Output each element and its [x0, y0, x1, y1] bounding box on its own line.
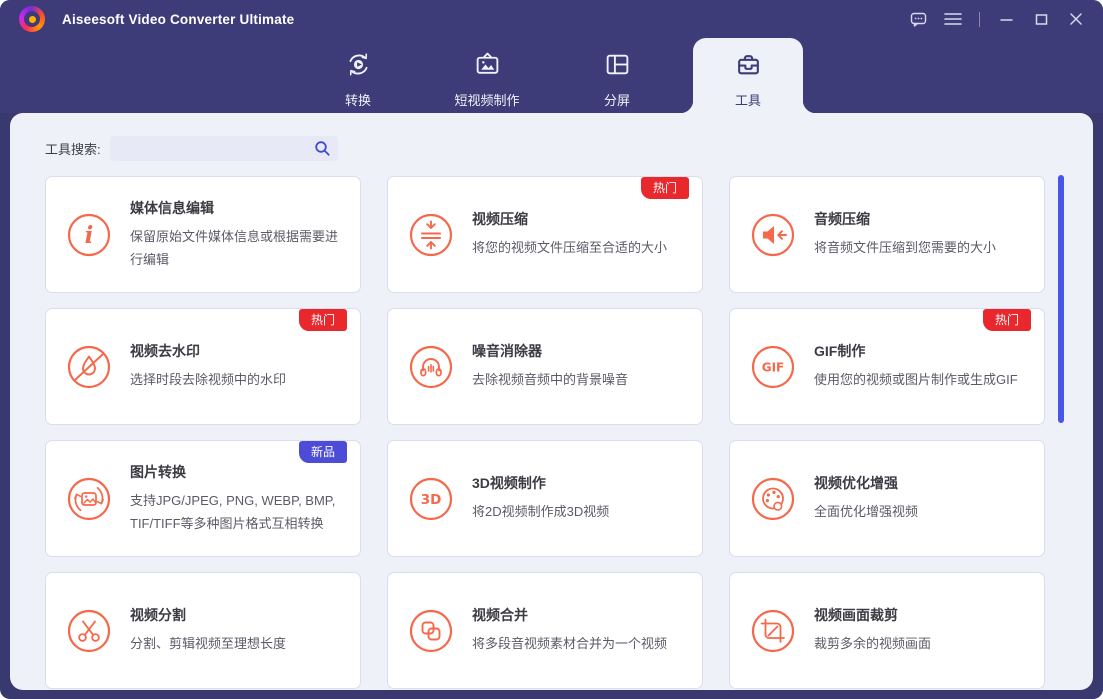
- content-panel: 工具搜索: i 媒体信息编辑 保留原始文件媒体信息或根据需要进行编辑 热门 视频…: [10, 113, 1093, 690]
- tab-convert-label: 转换: [344, 93, 371, 108]
- svg-text:3D: 3D: [421, 492, 442, 508]
- tool-desc: 分割、剪辑视频至理想长度: [130, 636, 287, 652]
- tool-card-watermark-remove[interactable]: 热门 视频去水印 选择时段去除视频中的水印: [45, 308, 361, 425]
- vertical-scrollbar-thumb[interactable]: [1058, 175, 1064, 423]
- video-compress-icon: [409, 213, 453, 257]
- menu-icon[interactable]: [940, 6, 966, 32]
- search-label: 工具搜索:: [45, 141, 101, 157]
- minimize-icon[interactable]: [993, 6, 1019, 32]
- noise-remover-icon: [409, 345, 453, 389]
- tool-card-video-enhance[interactable]: 视频优化增强 全面优化增强视频: [729, 440, 1045, 557]
- split-screen-icon: [604, 51, 631, 83]
- tool-desc: 支持JPG/JPEG, PNG, WEBP, BMP, TIF/TIFF等多种图…: [130, 493, 336, 531]
- tool-desc: 保留原始文件媒体信息或根据需要进行编辑: [130, 229, 339, 267]
- tool-title: 媒体信息编辑: [130, 200, 214, 217]
- titlebar-controls: [905, 0, 1089, 38]
- new-badge: 新品: [298, 441, 347, 463]
- svg-text:i: i: [85, 222, 94, 249]
- image-convert-icon: [67, 477, 111, 521]
- tool-title: 视频去水印: [130, 343, 200, 360]
- toolbox-icon: [735, 51, 762, 83]
- tool-desc: 全面优化增强视频: [814, 504, 919, 520]
- tool-card-video-split[interactable]: 视频分割 分割、剪辑视频至理想长度: [45, 572, 361, 689]
- maximize-icon[interactable]: [1028, 6, 1054, 32]
- feedback-icon[interactable]: [905, 6, 931, 32]
- tab-split-screen-label: 分屏: [603, 93, 630, 108]
- tool-title: 噪音消除器: [472, 343, 542, 360]
- close-icon[interactable]: [1063, 6, 1089, 32]
- search-row: 工具搜索:: [45, 135, 338, 161]
- tab-short-video[interactable]: 短视频制作: [432, 38, 542, 113]
- tool-desc: 将多段音视频素材合并为一个视频: [472, 636, 668, 652]
- tool-title: GIF制作: [814, 343, 866, 360]
- media-info-icon: i: [67, 213, 111, 257]
- short-video-icon: [474, 51, 501, 83]
- tab-tools[interactable]: 工具: [680, 38, 816, 113]
- tool-card-video-crop[interactable]: 视频画面裁剪 裁剪多余的视频画面: [729, 572, 1045, 689]
- tool-title: 音频压缩: [814, 211, 870, 228]
- tool-desc: 使用您的视频或图片制作或生成GIF: [814, 372, 1018, 388]
- tool-card-gif-maker[interactable]: 热门 GIF GIF制作 使用您的视频或图片制作或生成GIF: [729, 308, 1045, 425]
- tool-title: 图片转换: [130, 464, 186, 481]
- tab-convert[interactable]: 转换: [303, 38, 413, 113]
- hot-badge: 热门: [298, 309, 347, 331]
- tool-desc: 选择时段去除视频中的水印: [130, 372, 287, 388]
- tool-title: 3D视频制作: [472, 475, 546, 492]
- tool-desc: 将音频文件压缩到您需要的大小: [814, 240, 997, 256]
- search-box: [109, 135, 338, 162]
- tool-title: 视频合并: [472, 607, 528, 624]
- tool-title: 视频优化增强: [814, 475, 898, 492]
- tool-title: 视频分割: [130, 607, 186, 624]
- tool-desc: 去除视频音频中的背景噪音: [472, 372, 629, 388]
- video-merge-icon: [409, 609, 453, 653]
- video-enhance-icon: [751, 477, 795, 521]
- tool-card-noise-remover[interactable]: 噪音消除器 去除视频音频中的背景噪音: [387, 308, 703, 425]
- search-icon[interactable]: [314, 140, 331, 162]
- tab-short-video-label: 短视频制作: [454, 93, 520, 108]
- hot-badge: 热门: [640, 177, 689, 199]
- tool-desc: 将2D视频制作成3D视频: [472, 504, 610, 520]
- hot-badge: 热门: [982, 309, 1031, 331]
- gif-maker-icon: GIF: [751, 345, 795, 389]
- tool-desc: 将您的视频文件压缩至合适的大小: [472, 240, 668, 256]
- 3d-video-icon: 3D: [409, 477, 453, 521]
- svg-text:GIF: GIF: [762, 360, 785, 374]
- tab-split-screen[interactable]: 分屏: [562, 38, 672, 113]
- app-title: Aiseesoft Video Converter Ultimate: [62, 11, 295, 27]
- tool-card-audio-compress[interactable]: 音频压缩 将音频文件压缩到您需要的大小: [729, 176, 1045, 293]
- app-window: Aiseesoft Video Converter Ultimate 转换 短视…: [0, 0, 1103, 699]
- tabbar: 转换 短视频制作 分屏 工具: [0, 38, 1103, 113]
- tool-title: 视频画面裁剪: [814, 607, 898, 624]
- tool-card-video-merge[interactable]: 视频合并 将多段音视频素材合并为一个视频: [387, 572, 703, 689]
- tool-card-image-convert[interactable]: 新品 图片转换 支持JPG/JPEG, PNG, WEBP, BMP, TIF/…: [45, 440, 361, 557]
- watermark-remove-icon: [67, 345, 111, 389]
- tool-title: 视频压缩: [472, 211, 528, 228]
- video-split-icon: [67, 609, 111, 653]
- search-input[interactable]: [109, 135, 338, 161]
- titlebar-divider: [979, 11, 980, 27]
- tool-card-video-compress[interactable]: 热门 视频压缩 将您的视频文件压缩至合适的大小: [387, 176, 703, 293]
- titlebar: Aiseesoft Video Converter Ultimate: [0, 0, 1103, 38]
- audio-compress-icon: [751, 213, 795, 257]
- tools-grid: i 媒体信息编辑 保留原始文件媒体信息或根据需要进行编辑 热门 视频压缩 将您的…: [45, 176, 1045, 689]
- tab-tools-label: 工具: [734, 93, 761, 108]
- video-crop-icon: [751, 609, 795, 653]
- app-logo-icon: [19, 6, 45, 32]
- tool-card-3d-video[interactable]: 3D 3D视频制作 将2D视频制作成3D视频: [387, 440, 703, 557]
- convert-icon: [345, 51, 372, 83]
- tool-card-media-info[interactable]: i 媒体信息编辑 保留原始文件媒体信息或根据需要进行编辑: [45, 176, 361, 293]
- tool-desc: 裁剪多余的视频画面: [814, 636, 932, 652]
